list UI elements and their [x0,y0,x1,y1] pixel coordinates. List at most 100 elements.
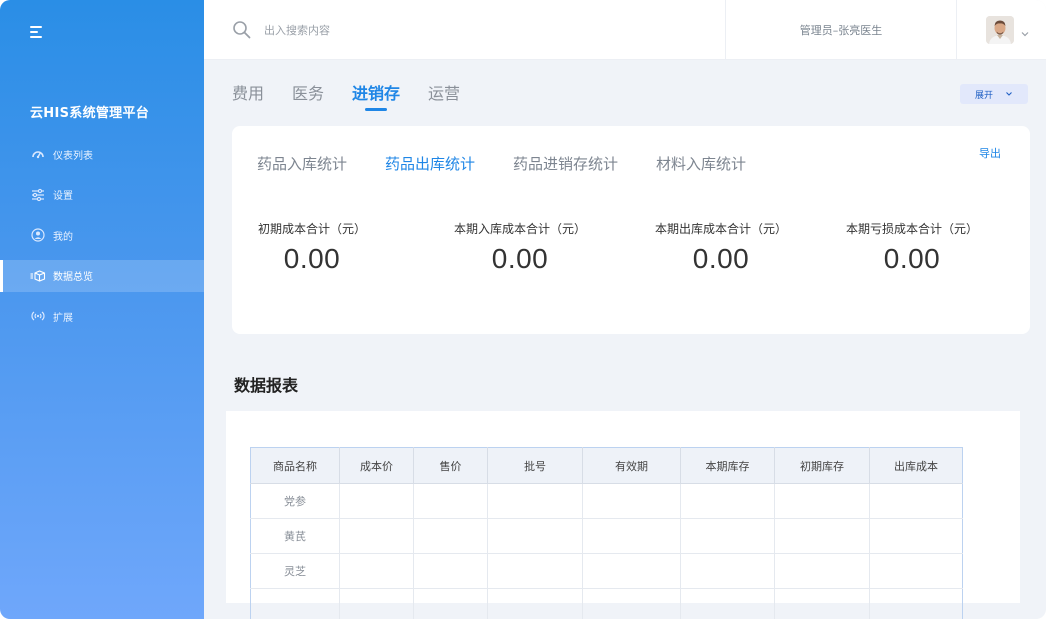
table-cell [582,553,681,589]
table-cell [582,588,681,619]
sidebar-item-mine[interactable]: 我的 [0,219,204,251]
subtab-drug-inbound[interactable]: 药品入库统计 [257,153,347,174]
chevron-down-icon [1005,90,1013,98]
subtab-drug-inventory[interactable]: 药品进销存统计 [513,153,618,174]
table-cell [869,483,963,519]
stat-label: 本期出库成本合计（元） [654,222,787,236]
column-header[interactable]: 售价 [413,447,488,484]
tab-inventory[interactable]: 进销存 [352,84,400,110]
table-cell [339,518,414,554]
column-header[interactable]: 初期库存 [774,447,870,484]
avatar[interactable] [986,16,1014,44]
table-cell [680,553,775,589]
data-table: 商品名称 成本价 售价 批号 有效期 本期库存 初期库存 出库成本 党参 黄芪 … [250,447,963,619]
tab-fees[interactable]: 费用 [232,84,264,110]
stat-period-loss-cost: 本期亏损成本合计（元） 0.00 [832,220,992,275]
table-header-row: 商品名称 成本价 售价 批号 有效期 本期库存 初期库存 出库成本 [250,447,963,484]
sidebar-item-dashboard[interactable]: 仪表列表 [0,138,204,170]
table-row[interactable]: 灵芝 [250,553,963,589]
table-row[interactable]: 黄芪 [250,518,963,554]
stats-sub-tabs: 药品入库统计 药品出库统计 药品进销存统计 材料入库统计 [257,153,784,174]
stat-period-outbound-cost: 本期出库成本合计（元） 0.00 [641,220,801,275]
tab-medical[interactable]: 医务 [292,84,324,110]
expand-button[interactable]: 展开 [960,84,1028,104]
table-cell [582,518,681,554]
stat-value: 0.00 [491,243,549,274]
table-cell [680,518,775,554]
sidebar-item-extension[interactable]: 扩展 [0,300,204,332]
table-cell [487,588,583,619]
table-cell [774,553,870,589]
table-cell: 党参 [250,483,340,519]
column-header[interactable]: 批号 [487,447,583,484]
table-cell [487,553,583,589]
top-bar: 管理员–张亮医生 [204,0,1046,60]
column-header[interactable]: 成本价 [339,447,414,484]
column-header[interactable]: 本期库存 [680,447,775,484]
table-cell [869,553,963,589]
sidebar-item-label: 仪表列表 [53,150,93,162]
table-cell [250,588,340,619]
gauge-icon [30,146,46,162]
sidebar-item-label: 数据总览 [53,272,93,283]
topbar-divider [956,0,957,60]
stat-label: 本期入库成本合计（元） [453,222,586,236]
table-cell [413,483,488,519]
search-icon[interactable] [232,20,252,40]
table-cell [339,588,414,619]
table-cell [869,588,963,619]
chevron-down-icon[interactable] [1020,24,1030,37]
report-card: 商品名称 成本价 售价 批号 有效期 本期库存 初期库存 出库成本 党参 黄芪 … [226,411,1020,619]
stat-value: 0.00 [692,243,750,274]
table-cell [339,553,414,589]
stat-label: 初期成本合计（元） [257,222,366,236]
table-row[interactable]: 党参 [250,483,963,519]
cube-data-icon [30,268,46,284]
report-title: 数据报表 [234,376,299,395]
table-cell [582,483,681,519]
sidebar: 云HIS系统管理平台 仪表列表 设置 我的 数据总览 扩展 [0,0,204,619]
platform-title: 云HIS系统管理平台 [30,106,150,121]
table-cell [680,483,775,519]
table-cell [413,588,488,619]
table-cell [487,518,583,554]
stat-initial-cost: 初期成本合计（元） 0.00 [232,220,392,275]
stat-value: 0.00 [283,243,341,274]
table-cell [680,588,775,619]
sidebar-item-label: 扩展 [53,312,73,324]
table-cell: 黄芪 [250,518,340,554]
sidebar-item-settings[interactable]: 设置 [0,179,204,211]
tab-operations[interactable]: 运营 [428,84,460,110]
subtab-material-inbound[interactable]: 材料入库统计 [656,153,746,174]
app-window: 云HIS系统管理平台 仪表列表 设置 我的 数据总览 扩展 出入搜索内容 管理员… [0,0,1046,619]
subtab-drug-outbound[interactable]: 药品出库统计 [385,153,475,174]
column-header[interactable]: 有效期 [582,447,681,484]
expand-button-label: 展开 [974,90,993,101]
table-cell [339,483,414,519]
stat-value: 0.00 [883,243,941,274]
sidebar-item-label: 我的 [53,231,73,243]
table-cell: 灵芝 [250,553,340,589]
column-header[interactable]: 商品名称 [250,447,340,484]
sliders-icon [30,187,46,203]
table-cell [413,518,488,554]
user-circle-icon [30,227,46,243]
export-link[interactable]: 导出 [979,145,1001,161]
broadcast-icon [30,308,46,324]
table-cell [869,518,963,554]
table-cell [487,483,583,519]
main-tabs: 费用 医务 进销存 运营 [232,84,488,110]
stat-label: 本期亏损成本合计（元） [845,222,978,236]
table-cell [774,483,870,519]
stat-period-inbound-cost: 本期入库成本合计（元） 0.00 [440,220,600,275]
table-cell [774,518,870,554]
table-cell [413,553,488,589]
table-row[interactable] [250,588,963,619]
sidebar-nav: 仪表列表 设置 我的 数据总览 扩展 [0,138,204,341]
table-cell [774,588,870,619]
user-name-label[interactable]: 管理员–张亮医生 [726,22,956,38]
column-header[interactable]: 出库成本 [869,447,963,484]
search-input[interactable] [264,20,564,40]
sidebar-item-data-overview[interactable]: 数据总览 [0,259,204,292]
menu-toggle-icon[interactable] [30,26,46,40]
